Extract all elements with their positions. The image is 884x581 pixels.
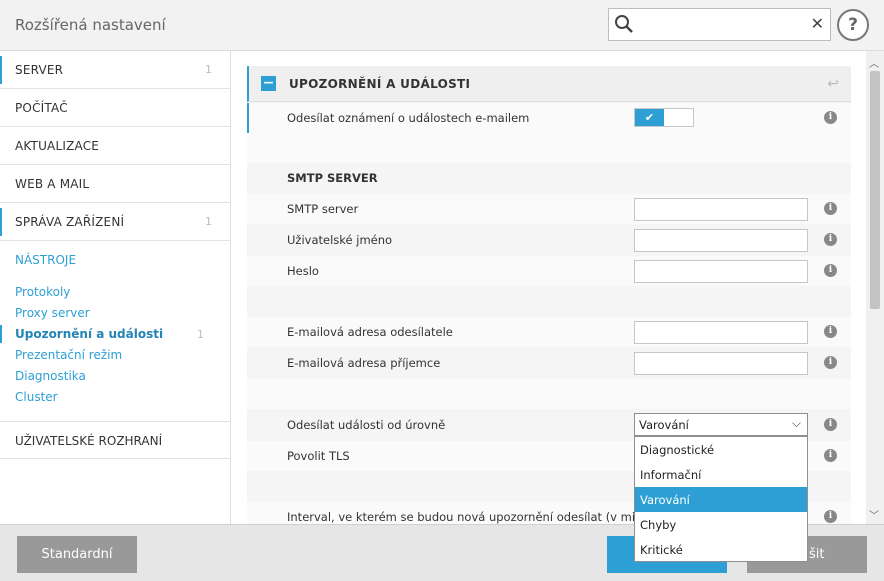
sender-label: E-mailová adresa odesílatele: [287, 325, 453, 339]
sidebar-section-nastroje[interactable]: NÁSTROJE: [15, 253, 76, 267]
scroll-down-icon[interactable]: ﹀: [869, 507, 879, 522]
close-icon[interactable]: ✕: [811, 14, 824, 33]
tls-label: Povolit TLS: [287, 449, 350, 463]
sidebar-subitem-prezentacni-rezim[interactable]: Prezentační režim: [15, 348, 122, 362]
spacer-row: [247, 133, 851, 163]
username-label: Uživatelské jméno: [287, 233, 393, 247]
settings-row-recipient: E-mailová adresa příjemce i: [247, 348, 851, 378]
active-indicator: [0, 325, 2, 343]
level-label: Odesílat události od úrovně: [287, 418, 446, 432]
panel-title: UPOZORNĚNÍ A UDÁLOSTI: [289, 77, 471, 91]
search-icon: [615, 15, 633, 33]
scrollbar-thumb[interactable]: [870, 71, 880, 309]
sidebar-item-pocitac[interactable]: POČÍTAČ: [0, 89, 230, 127]
sidebar-subitem-cluster[interactable]: Cluster: [15, 390, 58, 404]
interval-label: Interval, ve kterém se budou nová upozor…: [287, 510, 651, 524]
dropdown-option-informacni[interactable]: Informační: [635, 462, 807, 487]
cancel-button-label: šit: [809, 547, 825, 562]
password-field[interactable]: [634, 260, 808, 283]
sender-email-field[interactable]: [634, 321, 808, 344]
sidebar: SERVER 1 POČÍTAČ AKTUALIZACE WEB A MAIL …: [0, 51, 231, 524]
sidebar-item-count: 1: [205, 63, 212, 76]
settings-row-sender: E-mailová adresa odesílatele i: [247, 317, 851, 347]
info-icon[interactable]: i: [824, 449, 837, 462]
settings-row-username: Uživatelské jméno i: [247, 225, 851, 255]
sidebar-subitem-upozorneni[interactable]: Upozornění a události: [15, 327, 163, 341]
sidebar-subitem-diagnostika[interactable]: Diagnostika: [15, 369, 86, 383]
sidebar-item-uzivatelske-rozhrani[interactable]: UŽIVATELSKÉ ROZHRANÍ: [0, 421, 230, 459]
sidebar-item-label: UŽIVATELSKÉ ROZHRANÍ: [15, 434, 163, 448]
smtp-server-field[interactable]: [634, 198, 808, 221]
recipient-label: E-mailová adresa příjemce: [287, 356, 441, 370]
level-select[interactable]: Varování ⌵: [634, 413, 808, 436]
username-field[interactable]: [634, 229, 808, 252]
info-icon[interactable]: i: [824, 264, 837, 277]
dropdown-option-kriticke[interactable]: Kritické: [635, 537, 807, 562]
sidebar-item-count: 1: [205, 215, 212, 228]
spacer-row: [247, 379, 851, 409]
sidebar-item-label: POČÍTAČ: [15, 101, 68, 115]
info-icon[interactable]: i: [824, 202, 837, 215]
dropdown-option-varovani[interactable]: Varování: [635, 487, 807, 512]
settings-row-smtp-server: SMTP server i: [247, 194, 851, 224]
sidebar-item-aktualizace[interactable]: AKTUALIZACE: [0, 127, 230, 165]
recipient-email-field[interactable]: [634, 352, 808, 375]
sidebar-item-server[interactable]: SERVER 1: [0, 51, 230, 89]
scroll-up-icon[interactable]: ︿: [869, 55, 879, 70]
collapse-icon[interactable]: −: [261, 76, 276, 91]
info-icon[interactable]: i: [824, 356, 837, 369]
dropdown-option-chyby[interactable]: Chyby: [635, 512, 807, 537]
level-select-value: Varování: [639, 418, 689, 432]
level-dropdown-list[interactable]: Diagnostické Informační Varování Chyby K…: [634, 436, 808, 562]
info-icon[interactable]: i: [824, 111, 837, 124]
info-icon[interactable]: i: [824, 510, 837, 523]
sidebar-subitem-protokoly[interactable]: Protokoly: [15, 285, 70, 299]
dropdown-option-diagnosticke[interactable]: Diagnostické: [635, 437, 807, 462]
sidebar-item-sprava-zarizeni[interactable]: SPRÁVA ZAŘÍZENÍ 1: [0, 203, 230, 241]
password-label: Heslo: [287, 264, 319, 278]
sidebar-item-label: AKTUALIZACE: [15, 139, 100, 153]
check-icon: ✔: [635, 109, 664, 126]
smtp-heading-row: SMTP SERVER: [247, 163, 851, 193]
search-input[interactable]: ✕: [608, 8, 831, 41]
default-button[interactable]: Standardní: [17, 536, 137, 573]
scrollbar[interactable]: ︿ ﹀: [866, 51, 884, 524]
info-icon[interactable]: i: [824, 233, 837, 246]
sidebar-item-label: WEB A MAIL: [15, 177, 90, 191]
chevron-down-icon: ⌵: [791, 416, 801, 430]
sidebar-subitem-count: 1: [197, 328, 204, 341]
sidebar-item-label: SPRÁVA ZAŘÍZENÍ: [15, 215, 125, 229]
info-icon[interactable]: i: [824, 418, 837, 431]
email-notify-toggle[interactable]: ✔: [634, 108, 694, 127]
info-icon[interactable]: i: [824, 325, 837, 338]
title-bar: Rozšířená nastavení ✕ ?: [0, 0, 884, 51]
smtp-heading: SMTP SERVER: [287, 171, 378, 185]
settings-row-password: Heslo i: [247, 256, 851, 286]
revert-icon[interactable]: ↩: [827, 76, 839, 92]
settings-row-email-notify: Odesílat oznámení o událostech e-mailem …: [247, 103, 851, 133]
sidebar-item-label: SERVER: [15, 63, 64, 77]
spacer-row: [247, 287, 851, 317]
sidebar-subitem-proxy-server[interactable]: Proxy server: [15, 306, 90, 320]
sidebar-item-web-a-mail[interactable]: WEB A MAIL: [0, 165, 230, 203]
email-notify-label: Odesílat oznámení o událostech e-mailem: [287, 111, 530, 125]
window-title: Rozšířená nastavení: [15, 16, 166, 34]
help-button[interactable]: ?: [837, 9, 869, 41]
panel-header: − UPOZORNĚNÍ A UDÁLOSTI ↩: [247, 66, 851, 102]
smtp-server-label: SMTP server: [287, 202, 359, 216]
